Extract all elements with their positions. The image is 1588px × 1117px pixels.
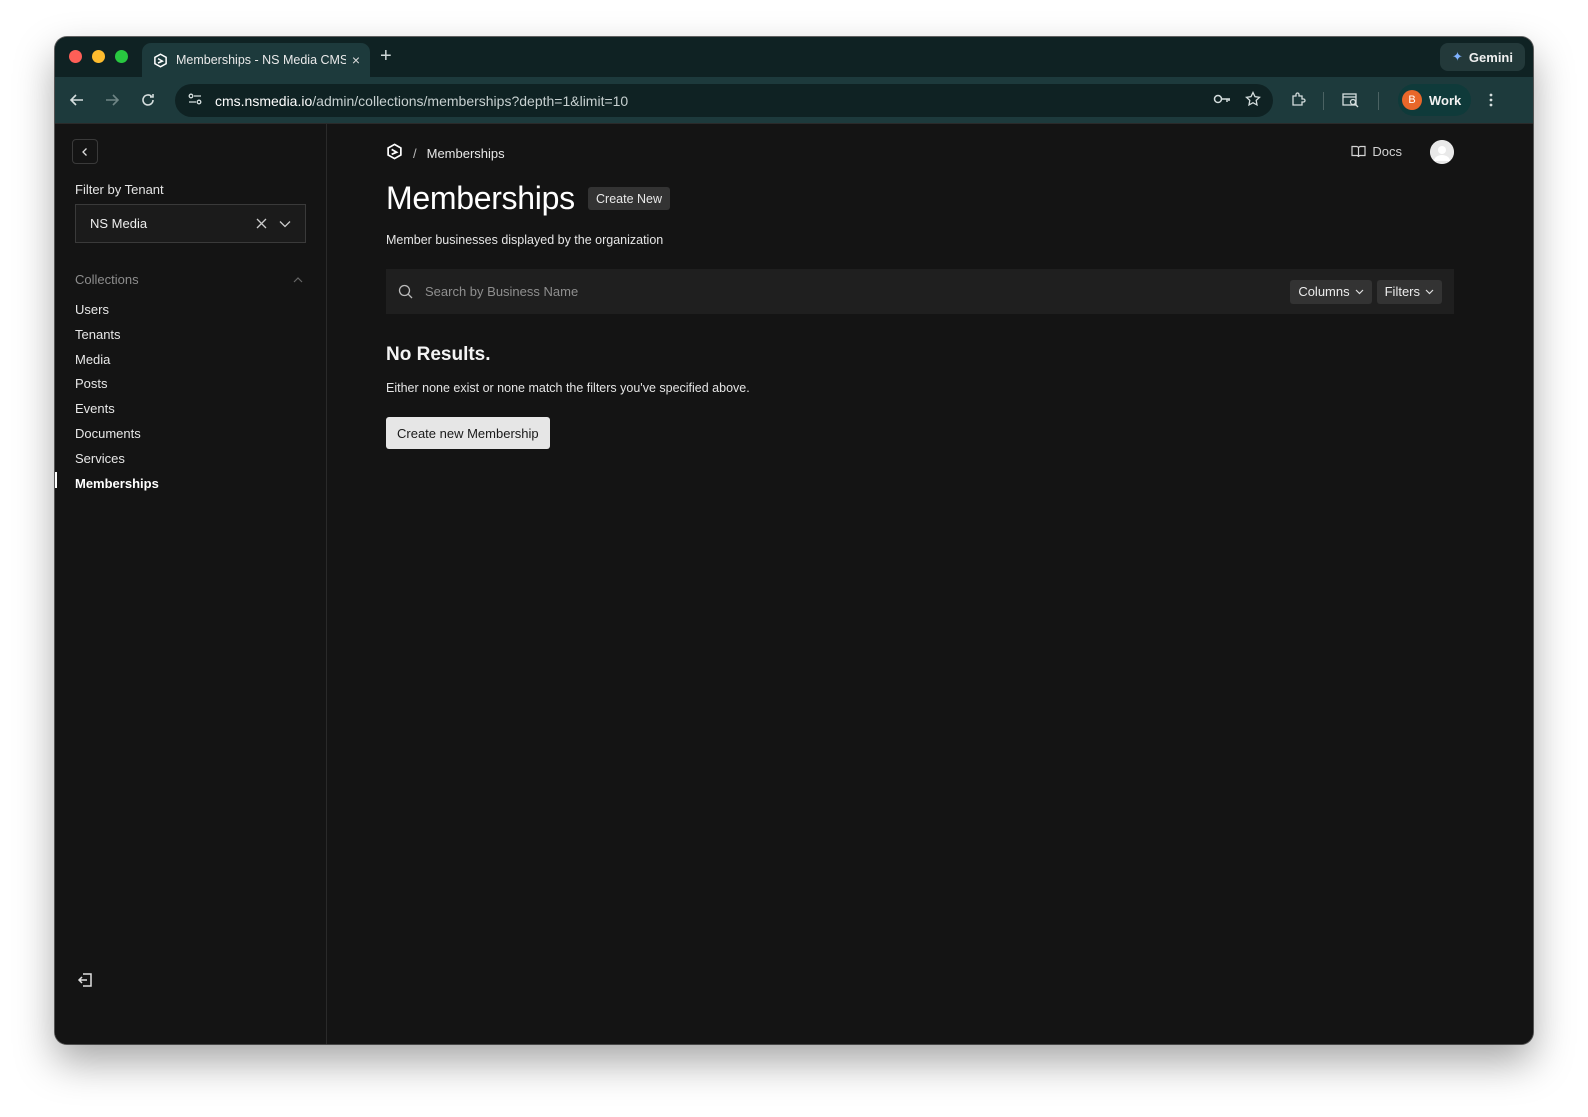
breadcrumb-current: Memberships	[426, 145, 505, 161]
toolbar-divider	[1378, 92, 1379, 110]
clear-x-icon[interactable]	[256, 218, 267, 229]
collection-description: Member businesses displayed by the organ…	[386, 233, 664, 247]
main-content: / Memberships Docs Memberships Create Ne…	[386, 124, 1454, 1044]
gemini-label: Gemini	[1468, 49, 1513, 65]
collapse-sidebar-button[interactable]	[72, 139, 98, 164]
tenant-select-value: NS Media	[90, 216, 148, 231]
maximize-window-button[interactable]	[115, 50, 128, 63]
minimize-window-button[interactable]	[92, 50, 105, 63]
address-bar[interactable]: cms.nsmedia.io/admin/collections/members…	[175, 84, 1273, 117]
chevron-down-icon[interactable]	[279, 220, 291, 228]
sidebar-item-media[interactable]: Media	[75, 348, 159, 373]
filter-by-tenant-label: Filter by Tenant	[75, 182, 164, 197]
search-icon	[398, 284, 413, 299]
profile-avatar: B	[1402, 90, 1422, 110]
profile-button[interactable]: B Work	[1398, 84, 1472, 116]
collections-nav: Users Tenants Media Posts Events Documen…	[75, 298, 159, 496]
gemini-button[interactable]: ✦ Gemini	[1440, 43, 1525, 71]
reload-icon[interactable]	[138, 90, 158, 110]
columns-button[interactable]: Columns	[1290, 279, 1372, 304]
no-results-title: No Results.	[386, 344, 491, 365]
collections-label: Collections	[75, 272, 139, 287]
tab-search-icon[interactable]	[1341, 90, 1361, 110]
sidebar-item-memberships[interactable]: Memberships	[75, 472, 159, 497]
sidebar-item-events[interactable]: Events	[75, 397, 159, 422]
chevron-up-icon	[293, 276, 303, 282]
back-arrow-icon[interactable]	[67, 90, 87, 110]
password-key-icon[interactable]	[1213, 91, 1231, 111]
cms-app: Filter by Tenant NS Media Collections Us…	[55, 124, 1533, 1044]
browser-window: Memberships - NS Media CMS × + ✦ Gemini …	[55, 37, 1533, 1044]
breadcrumb-separator: /	[413, 145, 417, 161]
active-nav-indicator	[55, 472, 57, 488]
filters-button[interactable]: Filters	[1376, 279, 1442, 304]
columns-label: Columns	[1298, 284, 1350, 299]
page-title: Memberships	[386, 180, 575, 216]
chevron-down-icon	[1425, 289, 1434, 295]
url-text: cms.nsmedia.io/admin/collections/members…	[215, 92, 629, 109]
browser-toolbar: cms.nsmedia.io/admin/collections/members…	[55, 77, 1533, 124]
list-controls: Columns Filters	[386, 269, 1454, 314]
site-settings-icon[interactable]	[187, 91, 203, 110]
chevron-down-icon	[1355, 289, 1364, 295]
browser-tab-active[interactable]: Memberships - NS Media CMS ×	[142, 43, 370, 77]
no-results-message: Either none exist or none match the filt…	[386, 381, 750, 395]
close-window-button[interactable]	[69, 50, 82, 63]
sidebar-item-services[interactable]: Services	[75, 447, 159, 472]
sidebar-item-documents[interactable]: Documents	[75, 422, 159, 447]
tab-title: Memberships - NS Media CMS	[176, 53, 346, 67]
extensions-puzzle-icon[interactable]	[1288, 90, 1308, 110]
sidebar: Filter by Tenant NS Media Collections Us…	[55, 124, 327, 1044]
tenant-select[interactable]: NS Media	[75, 204, 306, 243]
docs-link[interactable]: Docs	[1351, 144, 1402, 159]
forward-arrow-icon[interactable]	[102, 90, 122, 110]
collections-group-toggle[interactable]: Collections	[75, 272, 303, 287]
profile-label: Work	[1429, 92, 1462, 108]
docs-label: Docs	[1372, 144, 1402, 159]
payload-logo-icon	[152, 52, 168, 68]
chevron-left-icon	[82, 147, 87, 156]
book-icon	[1351, 145, 1366, 158]
breadcrumb: / Memberships	[386, 143, 505, 163]
browser-menu-icon[interactable]	[1481, 90, 1501, 110]
search-input[interactable]	[425, 284, 1286, 299]
filters-label: Filters	[1384, 284, 1420, 299]
user-avatar[interactable]	[1430, 140, 1454, 164]
create-new-membership-button[interactable]: Create new Membership	[386, 417, 550, 449]
sidebar-item-posts[interactable]: Posts	[75, 372, 159, 397]
gemini-sparkle-icon: ✦	[1452, 49, 1463, 64]
bookmark-star-icon[interactable]	[1245, 90, 1261, 111]
tab-strip: Memberships - NS Media CMS × + ✦ Gemini	[55, 37, 1533, 77]
home-logo-icon[interactable]	[386, 143, 403, 163]
sidebar-item-tenants[interactable]: Tenants	[75, 323, 159, 348]
sidebar-item-users[interactable]: Users	[75, 298, 159, 323]
toolbar-divider	[1323, 92, 1324, 110]
logout-icon[interactable]	[77, 972, 93, 993]
create-new-button[interactable]: Create New	[588, 187, 670, 210]
tab-close-icon[interactable]: ×	[352, 52, 360, 68]
new-tab-button[interactable]: +	[380, 45, 392, 68]
